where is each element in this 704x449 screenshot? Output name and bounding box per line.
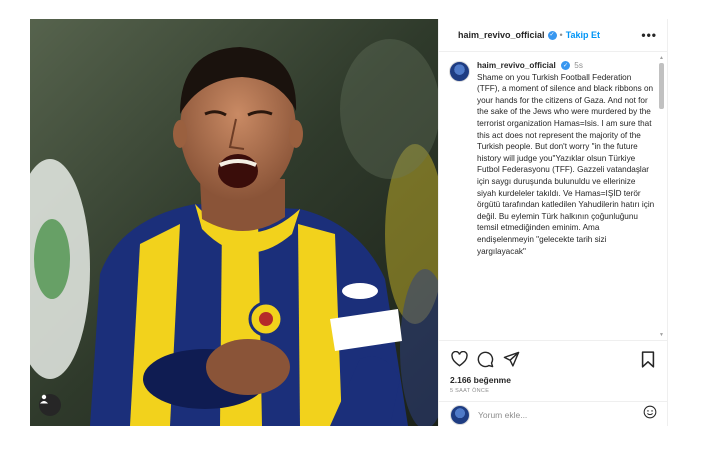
comment-icon[interactable]: [476, 350, 494, 368]
post-image[interactable]: [30, 19, 438, 426]
action-bar: [450, 349, 657, 369]
more-options-icon[interactable]: •••: [641, 28, 657, 42]
verified-badge-icon: ✓: [561, 61, 571, 71]
avatar[interactable]: [450, 404, 470, 425]
post-header: haim_revivo_official ✓ • Takip Et •••: [439, 19, 667, 52]
player-photo: [30, 19, 438, 426]
verified-badge-icon: ✓: [547, 30, 557, 40]
caption-scrollbar[interactable]: ▲ ▼: [658, 55, 665, 338]
post-panel: haim_revivo_official ✓ • Takip Et ••• ha…: [438, 19, 668, 426]
comment-input[interactable]: Yorum ekle...: [478, 410, 527, 420]
like-count[interactable]: 2.166 beğenme: [450, 375, 657, 385]
post-time-ago: 5 SAAT ÖNCE: [450, 388, 490, 394]
caption-text: Shame on you Turkish Football Federation…: [477, 72, 655, 256]
emoji-icon[interactable]: [643, 405, 657, 424]
avatar[interactable]: [449, 61, 470, 82]
header-username[interactable]: haim_revivo_official: [458, 30, 545, 40]
scroll-down-icon[interactable]: ▼: [658, 332, 665, 338]
follow-button[interactable]: Takip Et: [566, 30, 600, 40]
caption-username[interactable]: haim_revivo_official: [477, 61, 556, 70]
share-icon[interactable]: [502, 350, 520, 368]
user-tag-icon[interactable]: [39, 394, 61, 416]
separator-dot: •: [559, 30, 563, 40]
comment-bar: Yorum ekle...: [439, 401, 667, 427]
scrollbar-thumb[interactable]: [659, 63, 664, 109]
scroll-up-icon[interactable]: ▲: [658, 55, 665, 61]
actions-section: 2.166 beğenme 5 SAAT ÖNCE Yorum ekle...: [439, 340, 667, 426]
caption: haim_revivo_official ✓ 5s Shame on you T…: [477, 60, 655, 257]
bookmark-icon[interactable]: [639, 350, 657, 368]
heart-icon[interactable]: [450, 350, 468, 368]
caption-area[interactable]: haim_revivo_official ✓ 5s Shame on you T…: [439, 53, 661, 340]
caption-timestamp: 5s: [574, 61, 583, 70]
